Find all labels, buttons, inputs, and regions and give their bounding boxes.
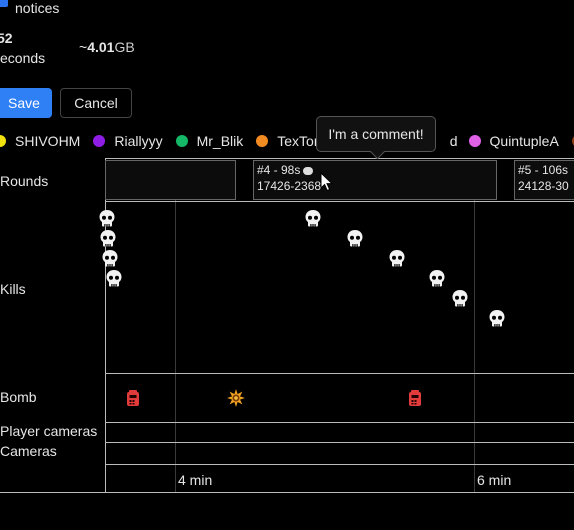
round-block[interactable]: #5 - 106s 24128-30: [514, 160, 574, 200]
comment-icon[interactable]: [303, 166, 314, 175]
size-unit: GB: [114, 39, 135, 55]
timeline-top-border: [105, 158, 574, 159]
legend-item[interactable]: d: [450, 133, 458, 149]
legend-item[interactable]: QuintupleA: [468, 133, 559, 149]
row-label-bomb: Bomb: [0, 389, 37, 405]
player-color-dot: [468, 135, 481, 147]
skull-icon[interactable]: [451, 289, 469, 308]
timeline-bottom-border: [0, 492, 574, 493]
estimated-size: ~4.01GB: [79, 39, 135, 56]
player-color-dot: [256, 135, 269, 147]
row-label-kills: Kills: [0, 281, 26, 297]
skull-icon[interactable]: [346, 229, 364, 248]
cancel-button[interactable]: Cancel: [60, 88, 132, 118]
round-block[interactable]: [105, 160, 236, 200]
row-divider: [105, 442, 574, 443]
grid-line: [474, 200, 475, 492]
skull-icon[interactable]: [99, 229, 117, 248]
mouse-cursor-icon: [320, 172, 334, 192]
legend-item[interactable]: Riallyyy: [93, 133, 163, 149]
bomb-icon[interactable]: [407, 389, 423, 407]
duration-unit: seconds: [0, 50, 46, 66]
size-value: 4.01: [87, 39, 115, 55]
row-label-cameras: Cameras: [0, 443, 57, 459]
legend-item[interactable]: SHIVOHM: [0, 133, 80, 149]
explosion-icon[interactable]: [227, 389, 245, 407]
row-label-rounds: Rounds: [0, 173, 49, 189]
row-divider: [105, 464, 574, 465]
skull-icon[interactable]: [488, 309, 506, 328]
row-divider: [105, 373, 574, 374]
comment-tooltip: I'm a comment!: [316, 116, 436, 152]
player-legend: SHIVOHM Riallyyy Mr_Blik TexTonic d Quin…: [0, 132, 574, 150]
round-title: #4 - 98s: [257, 163, 301, 177]
player-color-dot: [175, 135, 188, 147]
player-color-dot: [93, 135, 106, 147]
round-ticks: 17426-2368: [257, 179, 322, 193]
size-approx: ~: [79, 39, 88, 55]
skull-icon[interactable]: [388, 249, 406, 268]
bomb-icon[interactable]: [125, 389, 141, 407]
tooltip-text: I'm a comment!: [328, 126, 424, 142]
notices-label: notices: [15, 0, 60, 16]
time-tick-label: 4 min: [178, 472, 213, 488]
skull-icon[interactable]: [304, 209, 322, 228]
legend-item[interactable]: Mr_Blik: [175, 133, 243, 149]
save-button[interactable]: Save: [0, 88, 52, 118]
row-divider: [105, 422, 574, 423]
skull-icon[interactable]: [428, 269, 446, 288]
grid-line: [175, 200, 176, 492]
duration-value: 52: [0, 30, 13, 46]
round-title: #5 - 106s: [518, 163, 569, 177]
player-color-dot: [0, 135, 6, 147]
row-divider: [105, 201, 574, 202]
skull-icon[interactable]: [98, 209, 116, 228]
round-block[interactable]: #4 - 98s 17426-2368: [253, 160, 497, 200]
notices-checkbox[interactable]: [0, 0, 8, 7]
skull-icon[interactable]: [101, 249, 119, 268]
row-label-player-cameras: Player cameras: [0, 423, 98, 439]
skull-icon[interactable]: [105, 269, 123, 288]
round-ticks: 24128-30: [518, 179, 569, 193]
time-tick-label: 6 min: [477, 472, 512, 488]
